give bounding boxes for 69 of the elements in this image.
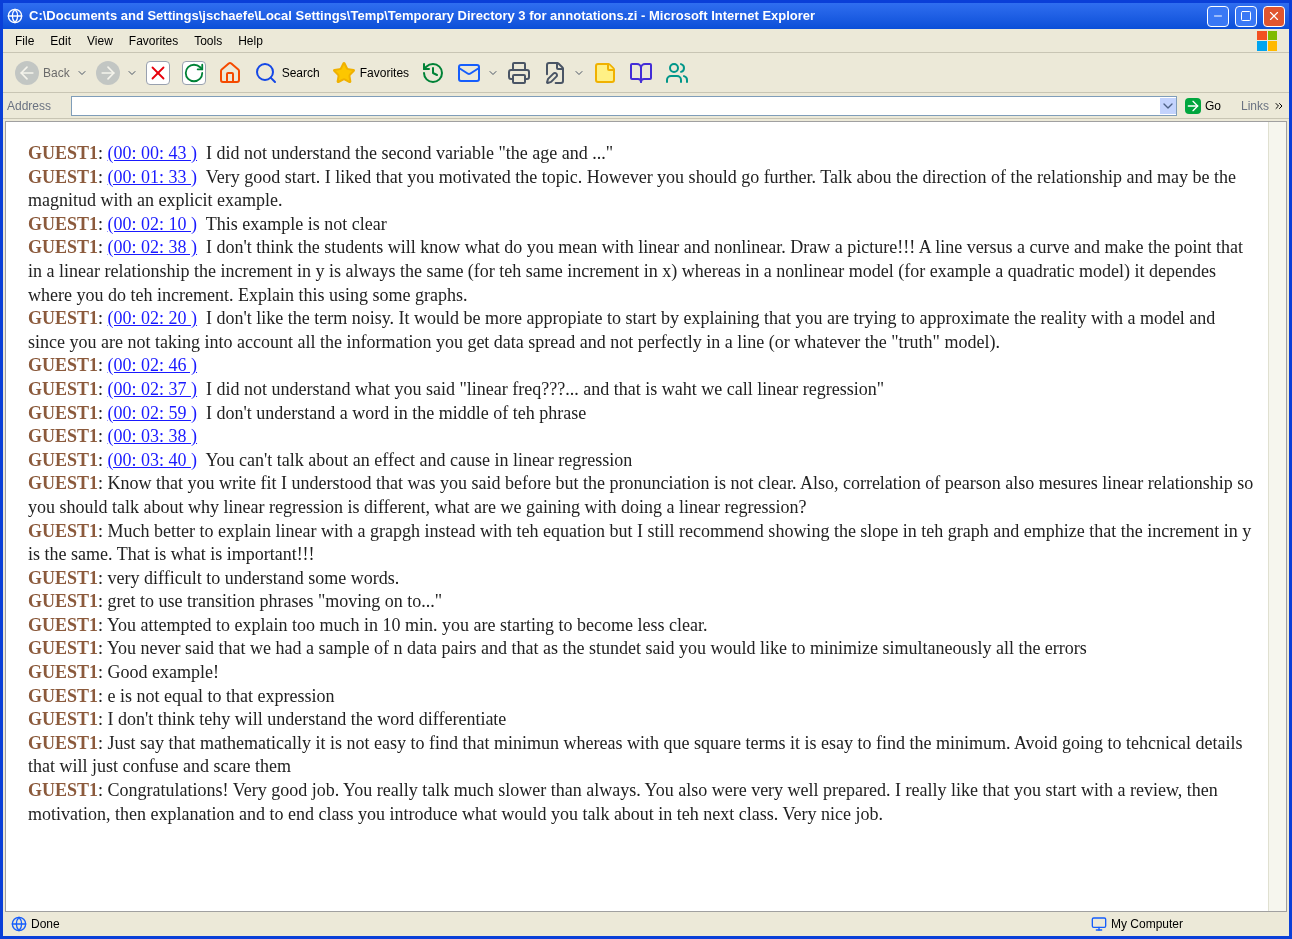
comment-text: GUEST1: (00: 00: 43 ) I did not understand the second variable "the age and ..." (28, 142, 615, 165)
toolbar-button[interactable]: Search (249, 56, 324, 89)
comment-text: GUEST1: (00: 01: 33 ) Very good start. I liked that you motivated the topic. However you should go further. Talk abou the direction of the relationship and may be the magnitud with an explicit example. (28, 165, 1237, 213)
comment-text: GUEST1: Congratulations! Very good job. You really talk much slower than always. You also were very well prepared. I really like that you start with a review, then motivation, then explanation and to end class you introduce what would you talk about in teh next class. Very nice job. (28, 779, 1219, 826)
menu-item[interactable]: Favorites (120, 31, 187, 50)
maximize-icon (1240, 10, 1252, 22)
address-field[interactable] (71, 95, 1177, 116)
people-icon (665, 60, 690, 85)
comment-text: GUEST1: (00: 03: 38 ) (28, 425, 199, 449)
page-icon (7, 8, 23, 24)
timestamp-link[interactable]: (00: 03: 40 ) (107, 449, 198, 470)
timestamp-link[interactable]: (00: 02: 38 ) (107, 237, 198, 258)
close-button[interactable] (1263, 5, 1285, 27)
minimize-button[interactable] (1207, 5, 1229, 27)
close-icon (1267, 9, 1281, 23)
timestamp-link[interactable]: (00: 02: 59 ) (107, 402, 198, 423)
comment-text: GUEST1: (00: 02: 46 ) (28, 354, 199, 378)
comment-text: GUEST1: (00: 03: 40 ) You can't talk about an effect and cause in linear regression (28, 448, 634, 472)
comment-text: GUEST1: (00: 02: 37 ) I did not understand what you said "linear freq???... and that is waht we call linear regression" (28, 377, 886, 401)
refresh-icon (181, 60, 206, 85)
star-icon (331, 60, 356, 85)
timestamp-link[interactable]: (00: 00: 43 ) (107, 143, 198, 163)
computer-icon (1091, 916, 1107, 932)
go-button[interactable]: Go (1180, 96, 1225, 115)
comment-text: GUEST1: Good example! (28, 661, 220, 685)
dropdown-icon[interactable] (1159, 97, 1176, 114)
maximize-button[interactable] (1235, 5, 1257, 27)
comment-text: GUEST1: e is not equal to that expression (28, 684, 336, 708)
home-icon (217, 60, 242, 85)
timestamp-link[interactable]: (00: 02: 20 ) (107, 308, 198, 329)
timestamp-link[interactable]: (00: 02: 10 ) (107, 213, 198, 234)
comment-text: GUEST1: Just say that mathematically it is not easy to find that minimun whereas with que square terms it is esay to find the minimum. Avoid going to tehcnical details that will just confuse and scare them (28, 731, 1244, 779)
zone-text: My Computer (1111, 916, 1185, 933)
timestamp-link[interactable]: (00: 02: 37 ) (107, 378, 198, 399)
search-icon (253, 60, 278, 85)
menu-item[interactable]: Help (230, 31, 271, 50)
comment-text: GUEST1: (00: 02: 10 ) This example is not clear (28, 212, 388, 236)
comment-text: GUEST1: (00: 02: 20 ) I don't like the term noisy. It would be more appropiate to start by explaining that you are trying to approximate the reality with a model and since you are not taking into account all the information you get data spread and not perfectly in a line (or whatever the "truth" model). (28, 307, 1217, 354)
printer-icon (507, 60, 532, 85)
menu-item[interactable]: File (7, 31, 43, 50)
links-label[interactable]: Links (1229, 96, 1269, 115)
comment-text: GUEST1: You never said that we had a sample of n data pairs and that as the stundet said you would like to minimize simultaneously all the errors (28, 637, 1088, 661)
book-icon (629, 60, 654, 85)
back-icon (15, 60, 39, 85)
comment-text: GUEST1: (00: 02: 38 ) I don't think the students will know what do you mean with linear and nonlinear. Draw a picture!!! A line versus a curve and make the point that in a linear relationship the increment in y is always the same (for teh same increment in x) whereas in a nonlinear model (for example a quadratic model) it dependes where you do teh increment. Explain this using some graphs. (28, 236, 1245, 307)
menu-item[interactable]: View (79, 31, 121, 50)
comment-text: GUEST1: You attempted to explain too much in 10 min. you are starting to become less clear. (28, 613, 709, 637)
note-icon (593, 60, 618, 85)
history-icon (421, 60, 446, 85)
stop-icon (145, 60, 170, 85)
windows-logo-icon (1257, 30, 1277, 51)
toolbar-button[interactable]: Favorites (327, 56, 414, 89)
address-label: Address (7, 97, 53, 115)
menu-item[interactable]: Edit (42, 31, 80, 50)
timestamp-link[interactable]: (00: 01: 33 ) (107, 166, 198, 187)
comment-text: GUEST1: Much better to explain linear with a grapgh instead with teh equation but I still recommend showing the slope in teh graph and emphize that the increment in y is the same. That is what is important!!! (28, 519, 1253, 567)
window-title: C:\Documents and Settings\jschaefe\Local Settings\Temp\Temporary Directory 3 for annotations.zi - Microsoft Internet Explorer (29, 7, 817, 26)
comment-text: GUEST1: Know that you write fit I understood that was you said before but the pronunciation is not clear. Also, correlation of pearson also mesures linear relationship so you should talk about why linear regression is different, what are we gaining with doing a linear regression? (28, 472, 1255, 519)
globe-icon (11, 916, 27, 932)
forward-icon (95, 60, 120, 85)
comment-text: GUEST1: I don't think tehy will understand the word differentiate (28, 708, 508, 732)
comment-text: GUEST1: very difficult to understand some words. (28, 566, 401, 590)
comment-text: GUEST1: gret to use transition phrases "moving on to..." (28, 590, 444, 614)
timestamp-link[interactable]: (00: 02: 46 ) (107, 355, 198, 376)
timestamp-link[interactable]: (00: 03: 38 ) (107, 426, 198, 447)
scrollbar[interactable] (1268, 122, 1286, 911)
comment-text: GUEST1: (00: 02: 59 ) I don't understand a word in the middle of teh phrase (28, 401, 588, 425)
menu-item[interactable]: Tools (186, 31, 231, 50)
status-text: Done (31, 916, 61, 933)
